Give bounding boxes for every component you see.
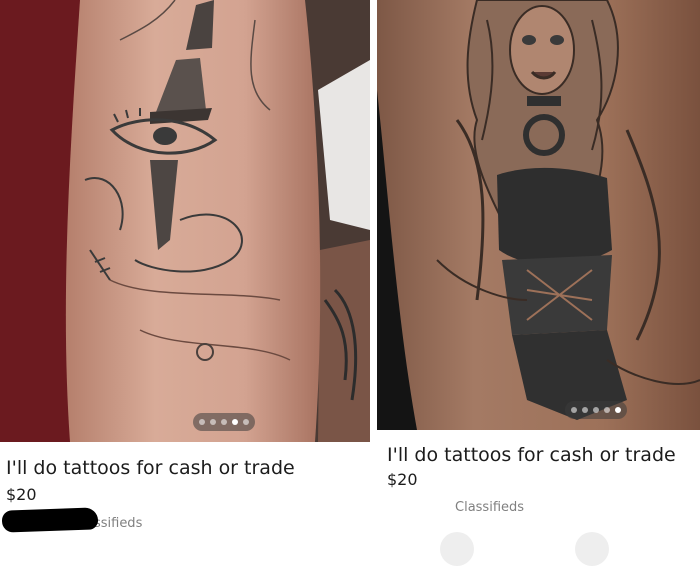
listing-photo-left[interactable] (0, 0, 370, 442)
pager-dot-active[interactable] (232, 419, 238, 425)
tattoo-eye-image (0, 0, 370, 442)
avatar[interactable] (440, 532, 474, 566)
pager-dot[interactable] (199, 419, 205, 425)
listing-price: $20 (6, 485, 37, 504)
listing-price: $20 (387, 470, 418, 489)
pager-dot[interactable] (221, 419, 227, 425)
listing-card-right[interactable]: I'll do tattoos for cash or trade $20 Cl… (377, 0, 700, 556)
listing-title[interactable]: I'll do tattoos for cash or trade (387, 443, 676, 467)
listing-title[interactable]: I'll do tattoos for cash or trade (6, 456, 295, 480)
avatar[interactable] (575, 532, 609, 566)
pager-dot[interactable] (593, 407, 599, 413)
listing-category: Classifieds (455, 500, 525, 515)
pager-dot[interactable] (571, 407, 577, 413)
listing-card-left[interactable]: I'll do tattoos for cash or trade $20 as… (0, 0, 370, 556)
redaction-scribble (1, 507, 99, 533)
pager-dot[interactable] (243, 419, 249, 425)
tattoo-woman-image (377, 0, 700, 430)
pager-dot-active[interactable] (615, 407, 621, 413)
photo-pager-right[interactable] (565, 401, 627, 419)
listing-photo-right[interactable] (377, 0, 700, 430)
pager-dot[interactable] (604, 407, 610, 413)
photo-pager-left[interactable] (193, 413, 255, 431)
pager-dot[interactable] (210, 419, 216, 425)
pager-dot[interactable] (582, 407, 588, 413)
